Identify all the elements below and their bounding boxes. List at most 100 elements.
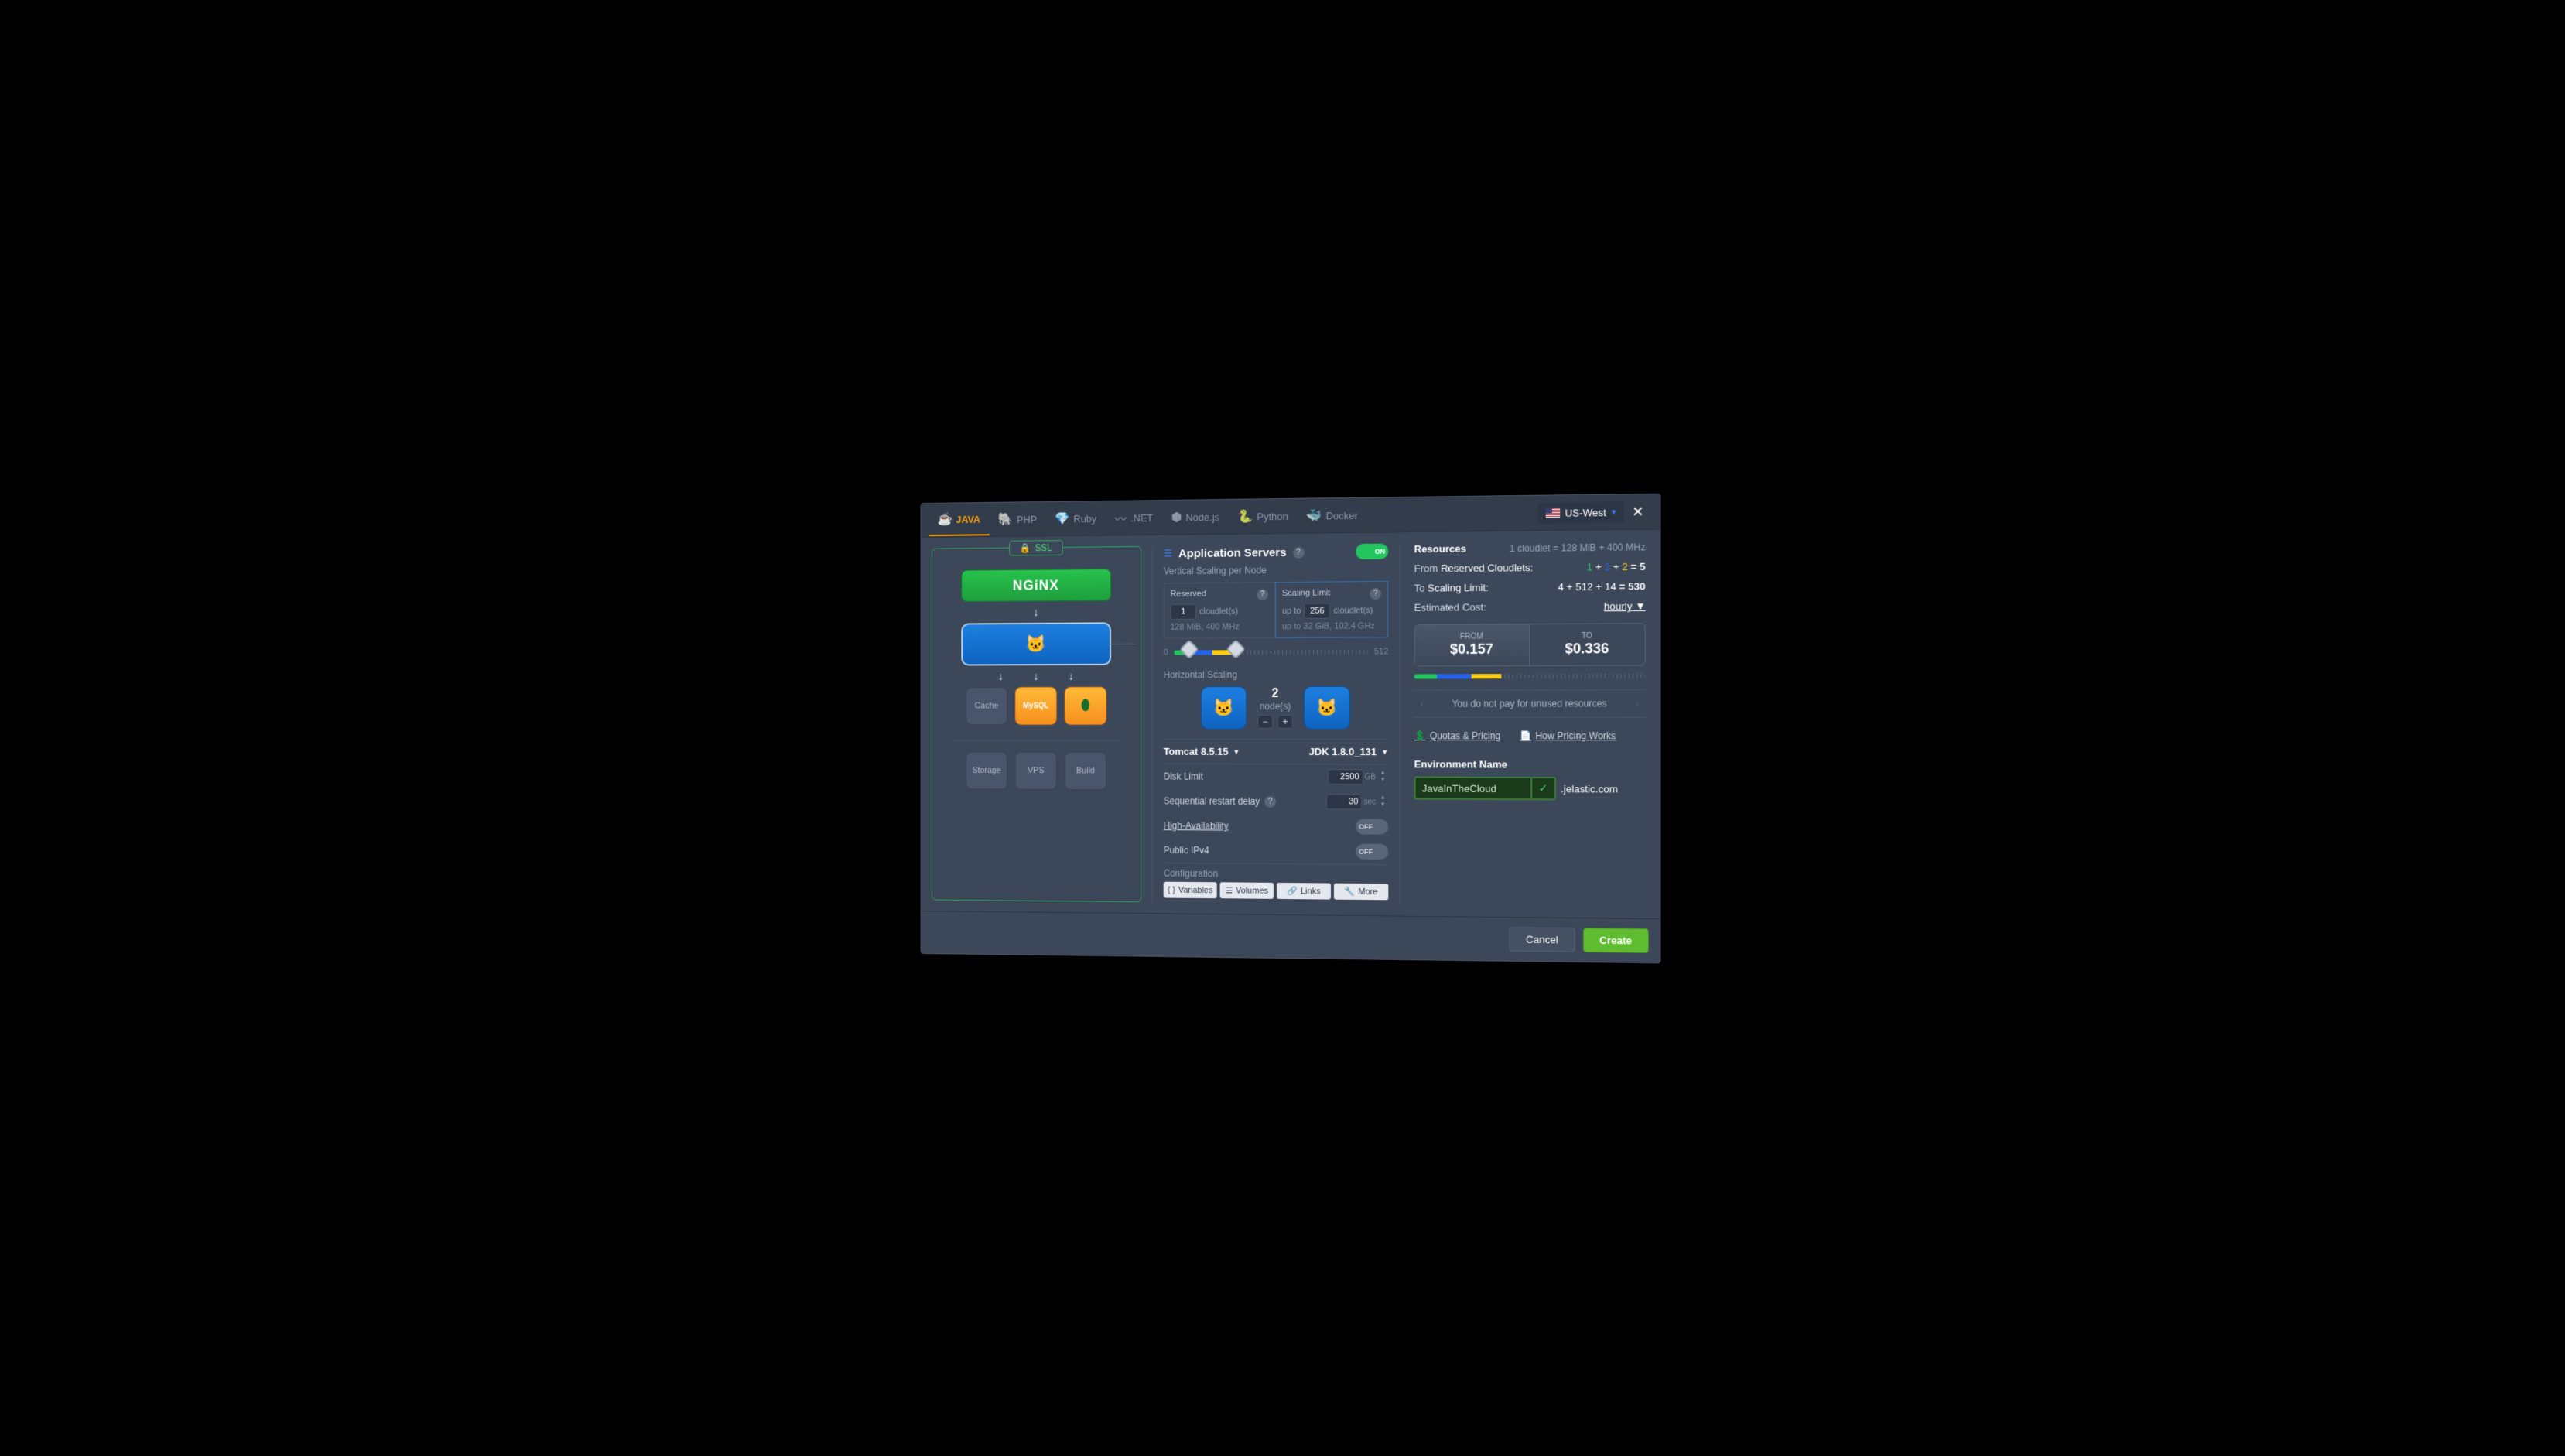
spin-down[interactable]: ▼ <box>1377 777 1388 784</box>
region-selector[interactable]: US-West <box>1537 501 1623 523</box>
flow-arrow-icon: ↓ <box>1068 669 1073 682</box>
reserved-cloudlets-input[interactable] <box>1170 603 1195 619</box>
increase-nodes-button[interactable]: + <box>1277 714 1293 728</box>
tab-java[interactable]: ☕JAVA <box>929 503 989 535</box>
info-text: You do not pay for unused resources <box>1452 698 1606 709</box>
cost-from: FROM $0.157 <box>1414 624 1529 665</box>
links-button[interactable]: 🔗Links <box>1277 882 1331 899</box>
tab-ruby[interactable]: 💎Ruby <box>1045 502 1105 533</box>
node-tile[interactable]: 🐱 <box>1200 686 1246 730</box>
restart-delay-label: Sequential restart delay <box>1163 795 1260 806</box>
spin-down[interactable]: ▼ <box>1377 801 1388 808</box>
vps-tile[interactable]: VPS <box>1014 751 1056 789</box>
volumes-icon: ☰ <box>1225 885 1233 895</box>
ssl-toggle[interactable]: 🔒 SSL <box>1008 540 1062 555</box>
cache-tile[interactable]: Cache <box>966 686 1007 724</box>
carousel-next[interactable]: › <box>1629 698 1645 709</box>
settings-column: ☰ Application Servers ? ON Vertical Scal… <box>1151 543 1400 904</box>
env-name-input[interactable] <box>1414 776 1532 800</box>
node-tile[interactable]: 🐱 <box>1303 685 1349 729</box>
tab-nodejs[interactable]: ⬢Node.js <box>1161 501 1228 532</box>
help-icon[interactable]: ? <box>1257 589 1268 600</box>
cost-to: TO $0.336 <box>1529 624 1644 665</box>
reserved-box: Reserved? cloudlet(s) 128 MiB, 400 MHz <box>1163 582 1274 639</box>
resources-column: Resources 1 cloudlet = 128 MiB + 400 MHz… <box>1411 541 1648 907</box>
jdk-version-select[interactable]: JDK 1.8.0_131▼ <box>1308 746 1388 757</box>
from-cloudlets-expr: 1 + 2 + 2 = 5 <box>1586 560 1645 572</box>
mysql-icon: MySQL <box>1023 701 1048 709</box>
appservers-toggle[interactable]: ON <box>1356 543 1388 559</box>
help-icon[interactable]: ? <box>1292 546 1304 558</box>
us-flag-icon <box>1545 508 1559 517</box>
nodejs-icon: ⬢ <box>1171 509 1182 525</box>
cloudlet-definition: 1 cloudlet = 128 MiB + 400 MHz <box>1509 542 1645 554</box>
tab-dotnet[interactable]: 〰.NET <box>1105 501 1161 535</box>
scaling-limit-box: Scaling Limit? up to cloudlet(s) up to 3… <box>1275 580 1388 637</box>
close-button[interactable]: ✕ <box>1623 498 1651 525</box>
mysql-tile[interactable]: MySQL <box>1014 686 1056 724</box>
footer: Cancel Create <box>921 911 1660 962</box>
configuration-label: Configuration <box>1163 867 1388 880</box>
decrease-nodes-button[interactable]: − <box>1257 715 1273 729</box>
env-name-title: Environment Name <box>1414 758 1645 771</box>
wrench-icon: 🔧 <box>1344 886 1355 896</box>
limit-cloudlets-input[interactable] <box>1304 603 1330 618</box>
env-name-ok-icon: ✓ <box>1532 776 1556 800</box>
document-icon: 📄 <box>1519 730 1530 741</box>
variables-button[interactable]: { }Variables <box>1163 881 1216 898</box>
build-tile[interactable]: Build <box>1064 751 1106 790</box>
slider-handle-limit[interactable] <box>1226 639 1245 658</box>
mongodb-icon: ⬮ <box>1080 696 1089 714</box>
estimated-cost-label: Estimated Cost: <box>1414 601 1486 614</box>
slider-min: 0 <box>1163 648 1168 657</box>
lock-icon: 🔒 <box>1020 542 1031 553</box>
carousel-prev[interactable]: ‹ <box>1414 698 1429 709</box>
mongodb-tile[interactable]: ⬮ <box>1064 686 1106 725</box>
server-version-select[interactable]: Tomcat 8.5.15▼ <box>1163 745 1240 757</box>
slider-handle-reserved[interactable] <box>1179 639 1199 658</box>
dollar-icon: 💲 <box>1414 730 1425 741</box>
resources-title: Resources <box>1414 542 1465 555</box>
volumes-button[interactable]: ☰Volumes <box>1219 882 1273 899</box>
topology-wizard: ☕JAVA 🐘PHP 💎Ruby 〰.NET ⬢Node.js 🐍Python … <box>920 493 1660 963</box>
tab-python[interactable]: 🐍Python <box>1228 500 1297 531</box>
tab-php[interactable]: 🐘PHP <box>989 503 1045 534</box>
tab-docker[interactable]: 🐳Docker <box>1297 499 1366 531</box>
high-availability-link[interactable]: High-Availability <box>1163 820 1228 831</box>
app-server-tomcat[interactable]: 🐱 <box>961 622 1111 665</box>
server-icon: ☰ <box>1163 547 1171 559</box>
tomcat-icon: 🐱 <box>1025 634 1046 654</box>
create-button[interactable]: Create <box>1582 928 1648 953</box>
cloudlet-slider[interactable] <box>1174 649 1367 655</box>
java-icon: ☕ <box>937 511 952 527</box>
braces-icon: { } <box>1167 885 1175 894</box>
tomcat-icon: 🐱 <box>1316 697 1337 717</box>
spin-up[interactable]: ▲ <box>1377 770 1388 777</box>
flow-arrow-icon: ↓ <box>997 670 1003 682</box>
tomcat-icon: 🐱 <box>1212 698 1233 718</box>
spin-up[interactable]: ▲ <box>1377 795 1388 801</box>
more-button[interactable]: 🔧More <box>1333 883 1387 900</box>
cost-bar <box>1414 673 1645 678</box>
ha-toggle[interactable]: OFF <box>1356 819 1388 834</box>
horizontal-scaling-label: Horizontal Scaling <box>1163 668 1388 680</box>
cancel-button[interactable]: Cancel <box>1509 927 1575 952</box>
balancer-nginx[interactable]: NGiNX <box>961 569 1111 602</box>
disk-limit-input[interactable] <box>1327 769 1363 784</box>
quotas-pricing-link[interactable]: 💲Quotas & Pricing <box>1414 730 1500 741</box>
node-count: 2 node(s) − + <box>1257 686 1293 728</box>
ipv4-toggle[interactable]: OFF <box>1356 843 1388 859</box>
storage-tile[interactable]: Storage <box>966 751 1007 789</box>
flow-arrow-icon: ↓ <box>1033 670 1038 682</box>
php-icon: 🐘 <box>998 511 1013 527</box>
slider-max: 512 <box>1373 647 1387 656</box>
cost-period-select[interactable]: hourly ▼ <box>1603 600 1645 612</box>
help-icon[interactable]: ? <box>1370 587 1381 599</box>
help-icon[interactable]: ? <box>1264 795 1276 807</box>
how-pricing-link[interactable]: 📄How Pricing Works <box>1519 730 1616 741</box>
vertical-scaling-label: Vertical Scaling per Node <box>1163 563 1388 576</box>
restart-delay-input[interactable] <box>1326 794 1362 809</box>
public-ipv4-label: Public IPv4 <box>1163 844 1209 855</box>
dotnet-icon: 〰 <box>1114 508 1127 527</box>
env-domain: .jelastic.com <box>1561 782 1618 795</box>
